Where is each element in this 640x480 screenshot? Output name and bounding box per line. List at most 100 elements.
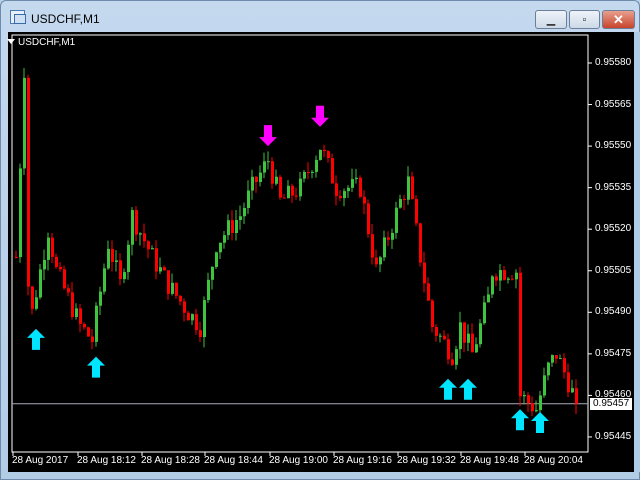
bull-candle [299, 178, 302, 197]
bear-candle [183, 301, 186, 313]
bull-candle [455, 349, 458, 365]
bull-candle [355, 177, 358, 180]
current-price-label: 0.95457 [590, 398, 632, 410]
bull-candle [131, 210, 134, 245]
time-tick-label: 28 Aug 19:00 [269, 455, 328, 466]
bull-candle [407, 176, 410, 200]
bull-candle [103, 268, 106, 292]
bear-candle [511, 278, 514, 280]
bear-candle [367, 203, 370, 235]
bear-candle [143, 233, 146, 242]
bull-candle [239, 216, 242, 220]
bull-candle [267, 161, 270, 163]
bear-candle [567, 372, 570, 393]
bear-candle [371, 234, 374, 258]
plot-border [11, 34, 589, 453]
bear-candle [199, 330, 202, 338]
bull-candle [391, 232, 394, 240]
bull-candle [543, 375, 546, 396]
bull-candle [439, 335, 442, 337]
bull-candle [395, 207, 398, 233]
bull-candle [315, 159, 318, 172]
buy-arrow-icon [439, 378, 457, 400]
bull-candle [347, 187, 350, 192]
bull-candle [303, 172, 306, 179]
bull-candle [507, 278, 510, 280]
bull-candle [263, 161, 266, 173]
bear-candle [307, 172, 310, 174]
bull-candle [275, 176, 278, 184]
time-tick-label: 28 Aug 18:28 [141, 455, 200, 466]
price-tick-label: 0.95475 [595, 347, 632, 359]
bear-candle [147, 241, 150, 250]
bear-candle [411, 176, 414, 199]
bull-candle [151, 248, 154, 250]
bear-candle [435, 326, 438, 336]
bear-candle [463, 322, 466, 343]
bear-candle [87, 327, 90, 337]
bull-candle [191, 314, 194, 321]
time-tick-label: 28 Aug 19:48 [460, 455, 519, 466]
bull-candle [203, 300, 206, 338]
bear-candle [255, 176, 258, 183]
price-tick-label: 0.95550 [595, 140, 632, 152]
bull-candle [115, 260, 118, 262]
bear-candle [135, 210, 138, 235]
bull-candle [211, 266, 214, 280]
bull-candle [243, 207, 246, 217]
bear-candle [55, 256, 58, 267]
bull-candle [207, 279, 210, 301]
bear-candle [51, 237, 54, 257]
bear-candle [187, 312, 190, 321]
bull-candle [351, 179, 354, 188]
bull-candle [479, 323, 482, 345]
bear-candle [451, 359, 454, 365]
chart-symbol-label: USDCHF,M1 [18, 37, 76, 48]
bull-candle [539, 395, 542, 411]
bear-candle [79, 308, 82, 324]
bear-candle [71, 292, 74, 317]
bear-candle [327, 151, 330, 159]
bull-candle [523, 395, 526, 397]
bear-candle [335, 183, 338, 196]
bear-candle [279, 176, 282, 198]
bear-candle [375, 257, 378, 265]
bull-candle [491, 276, 494, 295]
bear-candle [403, 199, 406, 201]
price-tick-label: 0.95505 [595, 264, 632, 276]
bull-candle [123, 272, 126, 280]
bull-candle [311, 171, 314, 173]
bear-candle [31, 286, 34, 309]
bull-candle [251, 176, 254, 191]
bull-candle [39, 269, 42, 298]
bear-candle [331, 158, 334, 184]
bear-candle [443, 335, 446, 340]
bear-candle [527, 395, 530, 404]
bear-candle [83, 323, 86, 328]
bull-candle [535, 410, 538, 412]
bear-candle [471, 333, 474, 353]
bear-candle [295, 195, 298, 197]
bull-candle [287, 185, 290, 199]
bear-candle [91, 336, 94, 342]
dropdown-triangle-icon[interactable] [7, 39, 15, 44]
time-tick-label: 28 Aug 19:16 [333, 455, 392, 466]
bull-candle [159, 267, 162, 272]
bear-candle [155, 248, 158, 272]
bull-candle [459, 322, 462, 350]
bear-candle [415, 198, 418, 224]
bear-candle [167, 270, 170, 294]
bull-candle [475, 344, 478, 353]
chart-canvas [11, 34, 592, 456]
bull-candle [171, 282, 174, 294]
bear-candle [119, 260, 122, 280]
buy-arrow-icon [87, 356, 105, 378]
bear-candle [231, 220, 234, 233]
bull-candle [215, 252, 218, 267]
sell-arrow-icon [259, 125, 277, 147]
time-tick-label: 28 Aug 18:12 [77, 455, 136, 466]
bear-candle [15, 256, 18, 258]
bear-candle [431, 300, 434, 327]
bear-candle [563, 358, 566, 373]
time-tick-label: 28 Aug 18:44 [204, 455, 263, 466]
